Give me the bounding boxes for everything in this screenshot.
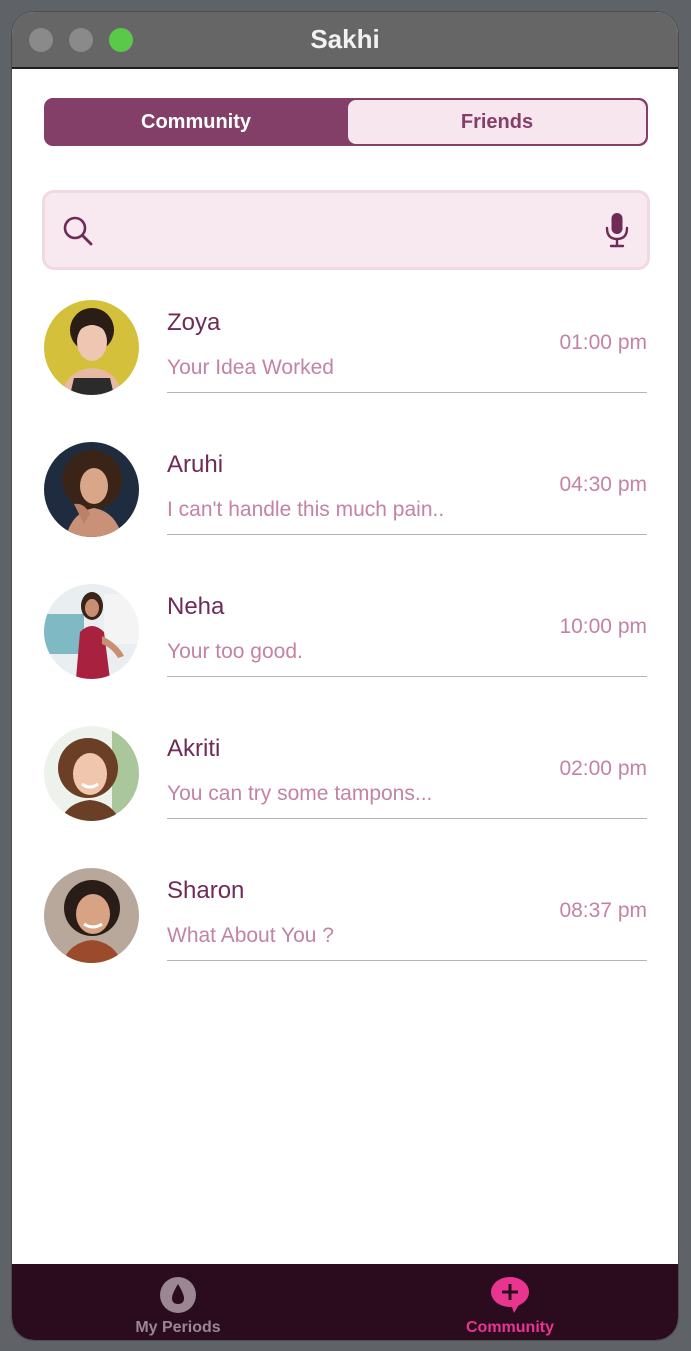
app-window: Sakhi Community Friends Zoya Your Idea W… xyxy=(12,12,678,1340)
tab-label: Community xyxy=(466,1319,554,1336)
chat-row-zoya[interactable]: Zoya Your Idea Worked 01:00 pm xyxy=(12,297,678,407)
blood-drop-icon xyxy=(160,1277,196,1313)
chat-preview: Your Idea Worked xyxy=(167,356,334,379)
microphone-icon[interactable] xyxy=(604,212,630,248)
chat-name: Sharon xyxy=(167,877,245,904)
segment-community[interactable]: Community xyxy=(46,100,346,144)
chat-name: Aruhi xyxy=(167,451,224,478)
chat-name: Neha xyxy=(167,593,225,620)
search-bar xyxy=(42,190,650,270)
avatar[interactable] xyxy=(44,726,139,821)
search-input[interactable] xyxy=(111,205,585,257)
chat-time: 08:37 pm xyxy=(559,899,647,922)
tab-label: My Periods xyxy=(135,1319,221,1336)
chat-name: Zoya xyxy=(167,309,221,336)
search-icon[interactable] xyxy=(62,215,94,247)
bottom-tab-bar: My Periods Community xyxy=(12,1264,678,1340)
chat-row-akriti[interactable]: Akriti You can try some tampons... 02:00… xyxy=(12,723,678,833)
chat-preview: You can try some tampons... xyxy=(167,782,433,805)
row-divider xyxy=(167,392,647,393)
chat-name: Akriti xyxy=(167,735,221,762)
tab-my-periods[interactable]: My Periods xyxy=(78,1264,278,1340)
chat-preview: What About You ? xyxy=(167,924,334,947)
avatar[interactable] xyxy=(44,868,139,963)
tab-community[interactable]: Community xyxy=(410,1264,610,1340)
chat-bubble-plus-icon xyxy=(491,1277,529,1313)
row-divider xyxy=(167,676,647,677)
chat-row-neha[interactable]: Neha Your too good. 10:00 pm xyxy=(12,581,678,691)
title-bar: Sakhi xyxy=(12,12,678,69)
chat-row-aruhi[interactable]: Aruhi I can't handle this much pain.. 04… xyxy=(12,439,678,549)
chat-preview: Your too good. xyxy=(167,640,303,663)
segment-friends[interactable]: Friends xyxy=(348,100,646,144)
row-divider xyxy=(167,960,647,961)
row-divider xyxy=(167,818,647,819)
community-friends-segmented-control: Community Friends xyxy=(44,98,648,146)
chat-row-sharon[interactable]: Sharon What About You ? 08:37 pm xyxy=(12,865,678,975)
window-title: Sakhi xyxy=(310,24,380,54)
avatar[interactable] xyxy=(44,300,139,395)
chat-time: 01:00 pm xyxy=(559,331,647,354)
chat-time: 10:00 pm xyxy=(559,615,647,638)
chat-preview: I can't handle this much pain.. xyxy=(167,498,445,521)
avatar[interactable] xyxy=(44,442,139,537)
row-divider xyxy=(167,534,647,535)
chat-time: 04:30 pm xyxy=(559,473,647,496)
avatar[interactable] xyxy=(44,584,139,679)
chat-time: 02:00 pm xyxy=(559,757,647,780)
